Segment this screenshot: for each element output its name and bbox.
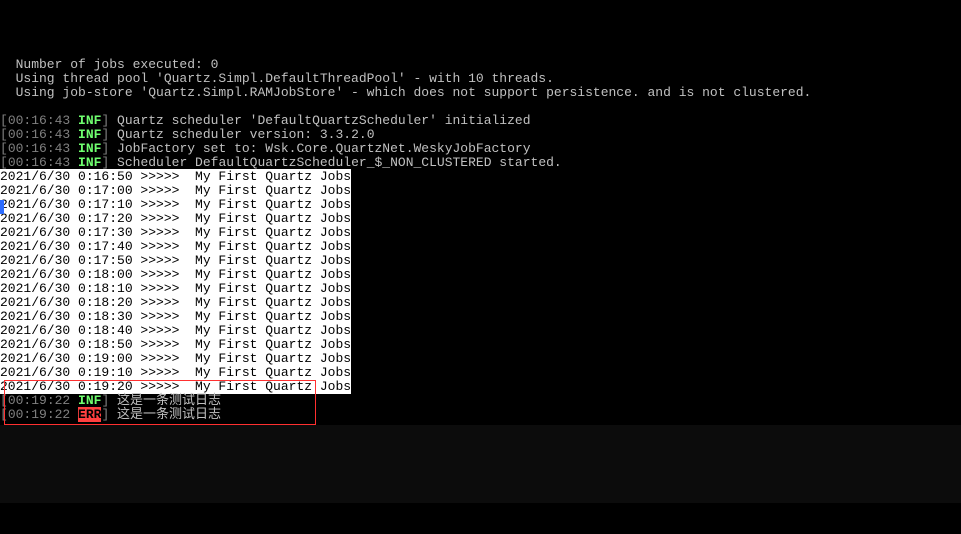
console-line: 2021/6/30 0:19:20 >>>>> My First Quartz … — [0, 380, 961, 394]
console-line: [00:19:22 INF] 这是一条测试日志 — [0, 394, 961, 408]
console-line: 2021/6/30 0:18:10 >>>>> My First Quartz … — [0, 282, 961, 296]
console-line: 2021/6/30 0:17:20 >>>>> My First Quartz … — [0, 212, 961, 226]
console-line: Using thread pool 'Quartz.Simpl.DefaultT… — [0, 72, 961, 86]
console-line: 2021/6/30 0:17:10 >>>>> My First Quartz … — [0, 198, 961, 212]
console-output[interactable]: Number of jobs executed: 0 Using thread … — [0, 58, 961, 422]
console-line: 2021/6/30 0:18:40 >>>>> My First Quartz … — [0, 324, 961, 338]
console-line: 2021/6/30 0:17:50 >>>>> My First Quartz … — [0, 254, 961, 268]
console-line: 2021/6/30 0:17:30 >>>>> My First Quartz … — [0, 226, 961, 240]
console-line: 2021/6/30 0:17:00 >>>>> My First Quartz … — [0, 184, 961, 198]
console-line: 2021/6/30 0:19:10 >>>>> My First Quartz … — [0, 366, 961, 380]
console-line: 2021/6/30 0:18:00 >>>>> My First Quartz … — [0, 268, 961, 282]
console-line: 2021/6/30 0:18:50 >>>>> My First Quartz … — [0, 338, 961, 352]
console-line: 2021/6/30 0:17:40 >>>>> My First Quartz … — [0, 240, 961, 254]
selection-marker — [0, 200, 4, 214]
console-line: [00:16:43 INF] Quartz scheduler 'Default… — [0, 114, 961, 128]
console-line: 2021/6/30 0:19:00 >>>>> My First Quartz … — [0, 352, 961, 366]
console-line: [00:16:43 INF] Scheduler DefaultQuartzSc… — [0, 156, 961, 170]
console-line: Number of jobs executed: 0 — [0, 58, 961, 72]
console-empty-area — [0, 425, 961, 503]
console-line: [00:16:43 INF] JobFactory set to: Wsk.Co… — [0, 142, 961, 156]
console-line: [00:16:43 INF] Quartz scheduler version:… — [0, 128, 961, 142]
console-line — [0, 100, 961, 114]
console-line: 2021/6/30 0:18:30 >>>>> My First Quartz … — [0, 310, 961, 324]
console-line: [00:19:22 ERR] 这是一条测试日志 — [0, 408, 961, 422]
console-line: 2021/6/30 0:16:50 >>>>> My First Quartz … — [0, 170, 961, 184]
console-line: 2021/6/30 0:18:20 >>>>> My First Quartz … — [0, 296, 961, 310]
console-line: Using job-store 'Quartz.Simpl.RAMJobStor… — [0, 86, 961, 100]
